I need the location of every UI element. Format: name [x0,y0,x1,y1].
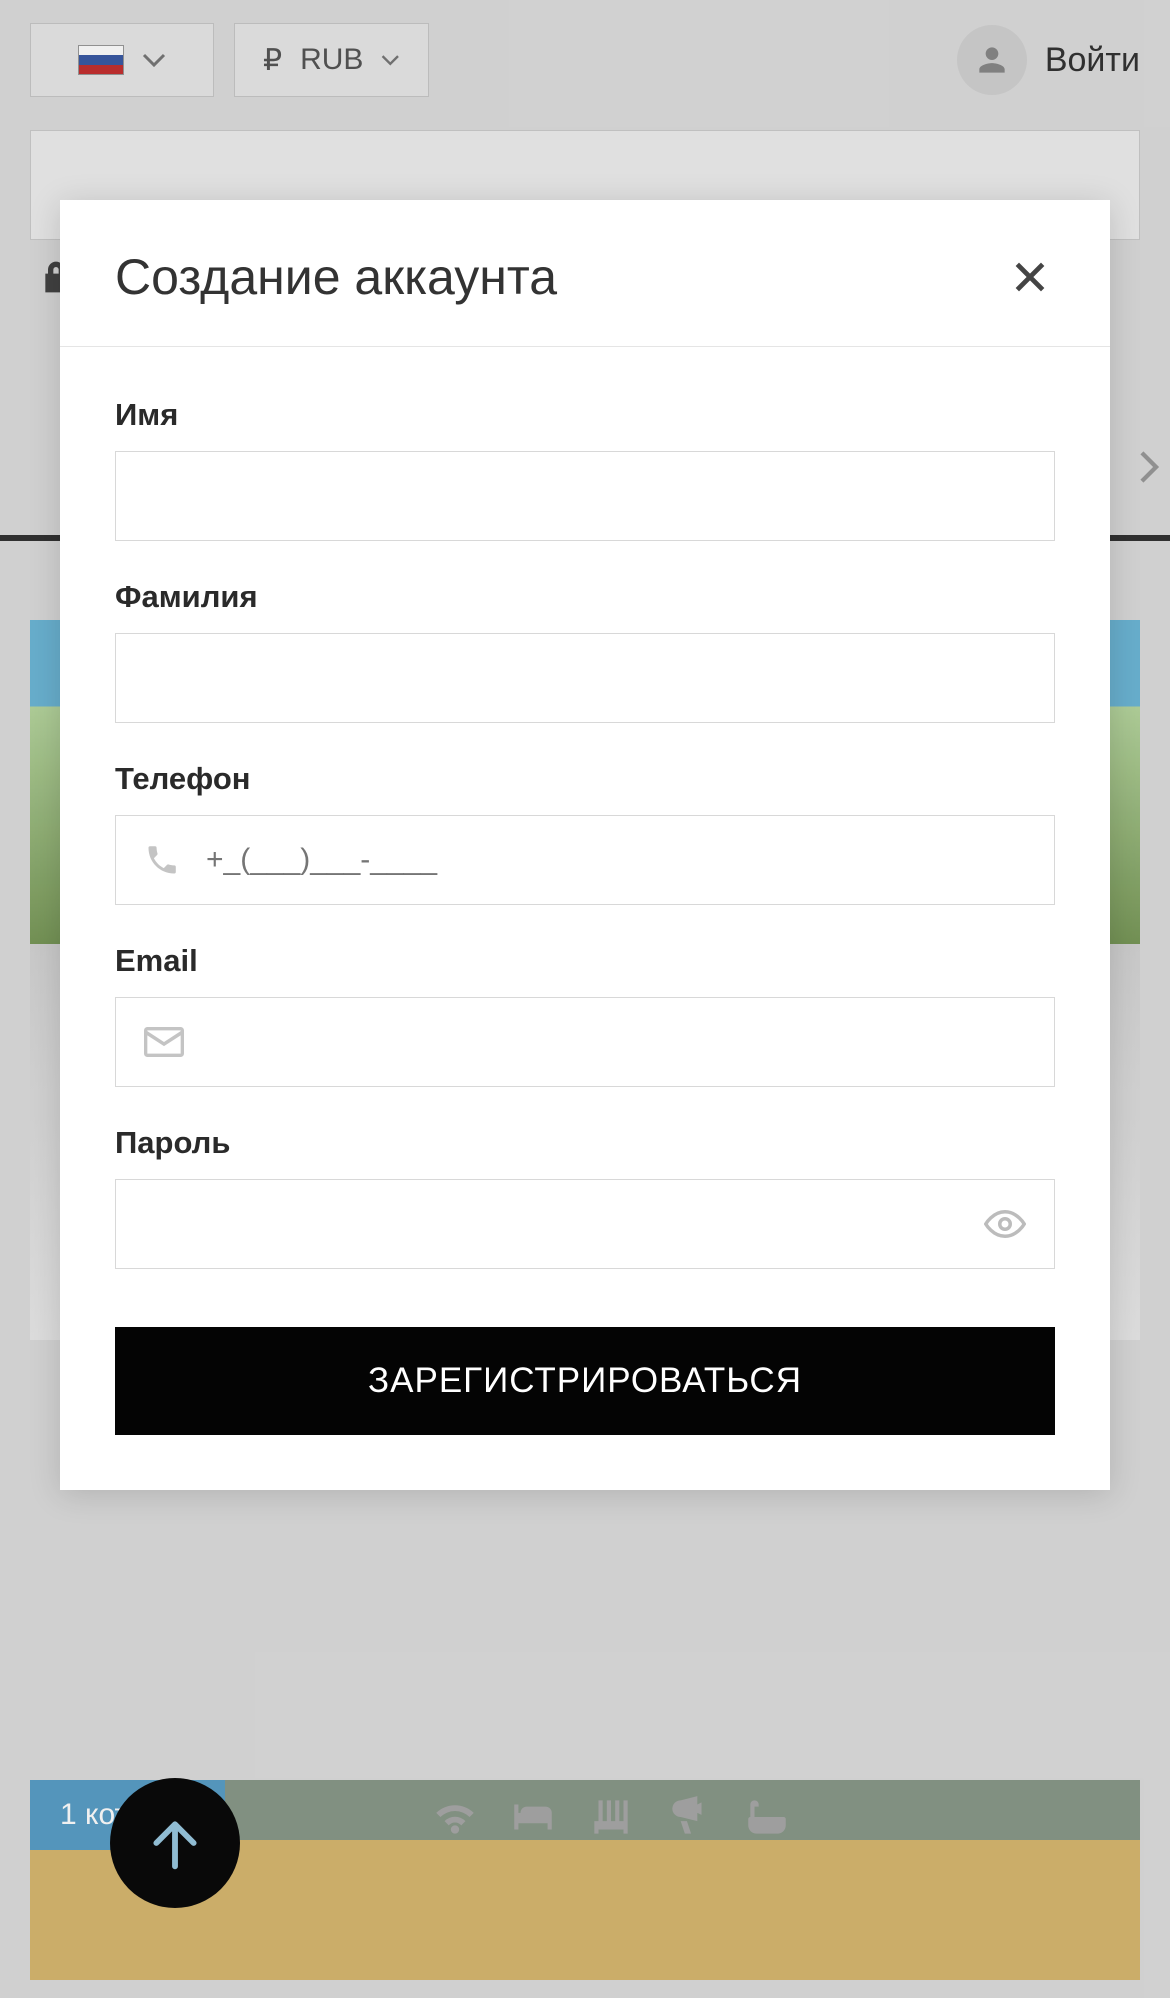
email-label: Email [115,943,1055,979]
modal-title: Создание аккаунта [115,248,557,306]
password-input[interactable] [140,1180,964,1268]
name-input-wrapper [115,451,1055,541]
phone-input-wrapper [115,815,1055,905]
password-label: Пароль [115,1125,1055,1161]
eye-icon [984,1209,1026,1239]
email-input[interactable] [206,998,1030,1086]
surname-field: Фамилия [115,579,1055,723]
name-input[interactable] [140,452,1030,540]
phone-input[interactable] [206,816,1030,904]
phone-icon [144,842,180,878]
password-field: Пароль [115,1125,1055,1269]
surname-label: Фамилия [115,579,1055,615]
close-button[interactable] [1005,252,1055,302]
name-label: Имя [115,397,1055,433]
submit-button[interactable]: ЗАРЕГИСТРИРОВАТЬСЯ [115,1327,1055,1435]
email-input-wrapper [115,997,1055,1087]
phone-field: Телефон [115,761,1055,905]
name-field: Имя [115,397,1055,541]
surname-input-wrapper [115,633,1055,723]
signup-modal: Создание аккаунта Имя Фамилия Телефон [60,200,1110,1490]
toggle-password-visibility[interactable] [984,1209,1026,1239]
email-field: Email [115,943,1055,1087]
envelope-icon [144,1026,184,1058]
close-icon [1011,258,1049,296]
password-input-wrapper [115,1179,1055,1269]
modal-header: Создание аккаунта [60,200,1110,347]
surname-input[interactable] [140,634,1030,722]
phone-label: Телефон [115,761,1055,797]
modal-body: Имя Фамилия Телефон Email [60,347,1110,1490]
